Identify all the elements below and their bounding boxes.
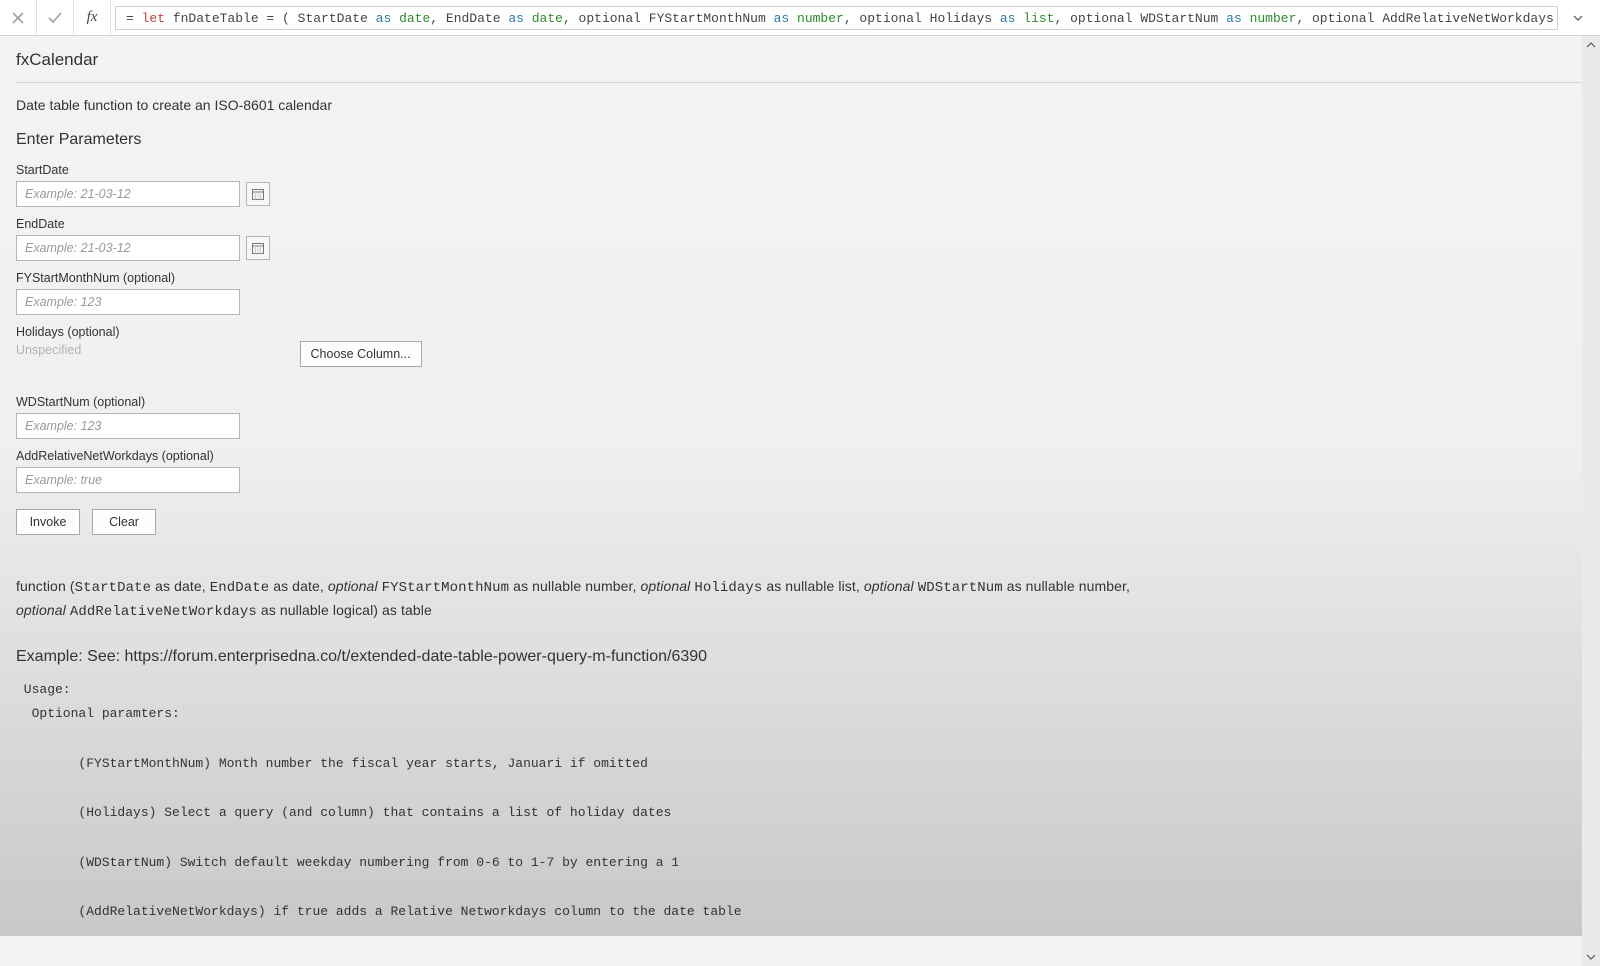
fystart-input[interactable] <box>16 289 240 315</box>
query-name: fxCalendar <box>16 50 1584 70</box>
holidays-unspecified: Unspecified <box>16 343 120 357</box>
function-description: Date table function to create an ISO-860… <box>16 97 1584 113</box>
wdstart-input[interactable] <box>16 413 240 439</box>
param-startdate: StartDate <box>16 163 1584 207</box>
param-addrelnetworkdays: AddRelativeNetWorkdays (optional) <box>16 449 1584 493</box>
param-holidays: Holidays (optional) Unspecified Choose C… <box>16 325 1584 367</box>
formula-bar: fx = let fnDateTable = ( StartDate as da… <box>0 0 1600 36</box>
fystart-label: FYStartMonthNum (optional) <box>16 271 1584 285</box>
example-link: Example: See: https://forum.enterprisedn… <box>16 648 1584 666</box>
divider <box>16 82 1584 83</box>
holidays-label: Holidays (optional) <box>16 325 120 339</box>
choose-column-button[interactable]: Choose Column... <box>300 341 422 367</box>
formula-input[interactable]: = let fnDateTable = ( StartDate as date,… <box>115 6 1558 30</box>
content-area: fxCalendar Date table function to create… <box>0 36 1600 936</box>
wdstart-label: WDStartNum (optional) <box>16 395 1584 409</box>
scroll-down-icon[interactable] <box>1582 948 1600 966</box>
enddate-input[interactable] <box>16 235 240 261</box>
function-signature: function (StartDate as date, EndDate as … <box>16 575 1584 624</box>
invoke-button[interactable]: Invoke <box>16 509 80 535</box>
param-wdstartnum: WDStartNum (optional) <box>16 395 1584 439</box>
example-prefix: Example: See: <box>16 648 125 665</box>
fx-icon: fx <box>74 0 111 35</box>
expand-formula-button[interactable] <box>1564 12 1600 24</box>
button-row: Invoke Clear <box>16 509 1584 535</box>
calendar-icon[interactable] <box>246 236 270 260</box>
accept-formula-button[interactable] <box>37 0 74 35</box>
calendar-icon[interactable] <box>246 182 270 206</box>
scroll-up-icon[interactable] <box>1582 36 1600 54</box>
addrel-label: AddRelativeNetWorkdays (optional) <box>16 449 1584 463</box>
param-fystartmonthnum: FYStartMonthNum (optional) <box>16 271 1584 315</box>
clear-button[interactable]: Clear <box>92 509 156 535</box>
addrel-input[interactable] <box>16 467 240 493</box>
usage-text: Usage: Optional paramters: (FYStartMonth… <box>16 678 1584 966</box>
enddate-label: EndDate <box>16 217 1584 231</box>
enter-parameters-title: Enter Parameters <box>16 131 1584 149</box>
startdate-label: StartDate <box>16 163 1584 177</box>
vertical-scrollbar[interactable] <box>1582 36 1600 966</box>
startdate-input[interactable] <box>16 181 240 207</box>
example-url: https://forum.enterprisedna.co/t/extende… <box>125 648 708 665</box>
formula-prefix: = <box>126 11 142 26</box>
param-enddate: EndDate <box>16 217 1584 261</box>
cancel-formula-button[interactable] <box>0 0 37 35</box>
